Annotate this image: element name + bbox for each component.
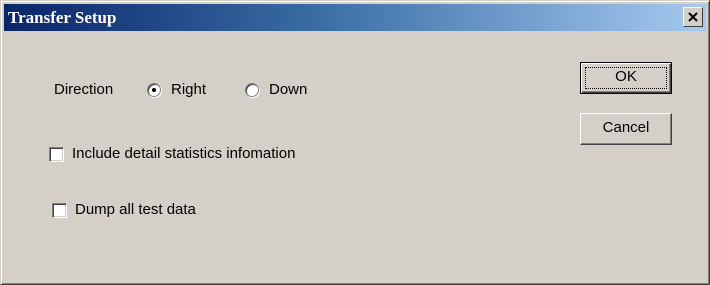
- ok-button[interactable]: OK: [580, 62, 672, 94]
- close-icon: [688, 12, 698, 22]
- radio-right-indicator[interactable]: [147, 83, 161, 97]
- radio-right-label: Right: [171, 81, 207, 98]
- cancel-button[interactable]: Cancel: [580, 113, 672, 145]
- close-button[interactable]: [683, 7, 703, 27]
- radio-down[interactable]: Down: [245, 81, 335, 101]
- dump-test-data-label: Dump all test data: [75, 201, 196, 218]
- radio-down-indicator[interactable]: [245, 83, 259, 97]
- transfer-setup-dialog: Transfer Setup Direction Right Down Incl…: [0, 0, 710, 285]
- radio-selected-dot: [152, 88, 156, 92]
- ok-button-label: OK: [615, 68, 637, 85]
- checkbox-include-statistics[interactable]: Include detail statistics infomation: [49, 145, 369, 165]
- checkbox-dump-test-data[interactable]: Dump all test data: [52, 201, 252, 221]
- cancel-button-label: Cancel: [602, 119, 650, 136]
- title-bar[interactable]: Transfer Setup: [4, 4, 706, 31]
- include-statistics-checkbox-box[interactable]: [49, 147, 64, 162]
- dump-test-data-checkbox-box[interactable]: [52, 203, 67, 218]
- radio-down-label: Down: [269, 81, 308, 98]
- include-statistics-label: Include detail statistics infomation: [72, 145, 296, 162]
- radio-right[interactable]: Right: [147, 81, 227, 101]
- window-title: Transfer Setup: [8, 8, 117, 27]
- direction-label: Direction: [54, 81, 114, 98]
